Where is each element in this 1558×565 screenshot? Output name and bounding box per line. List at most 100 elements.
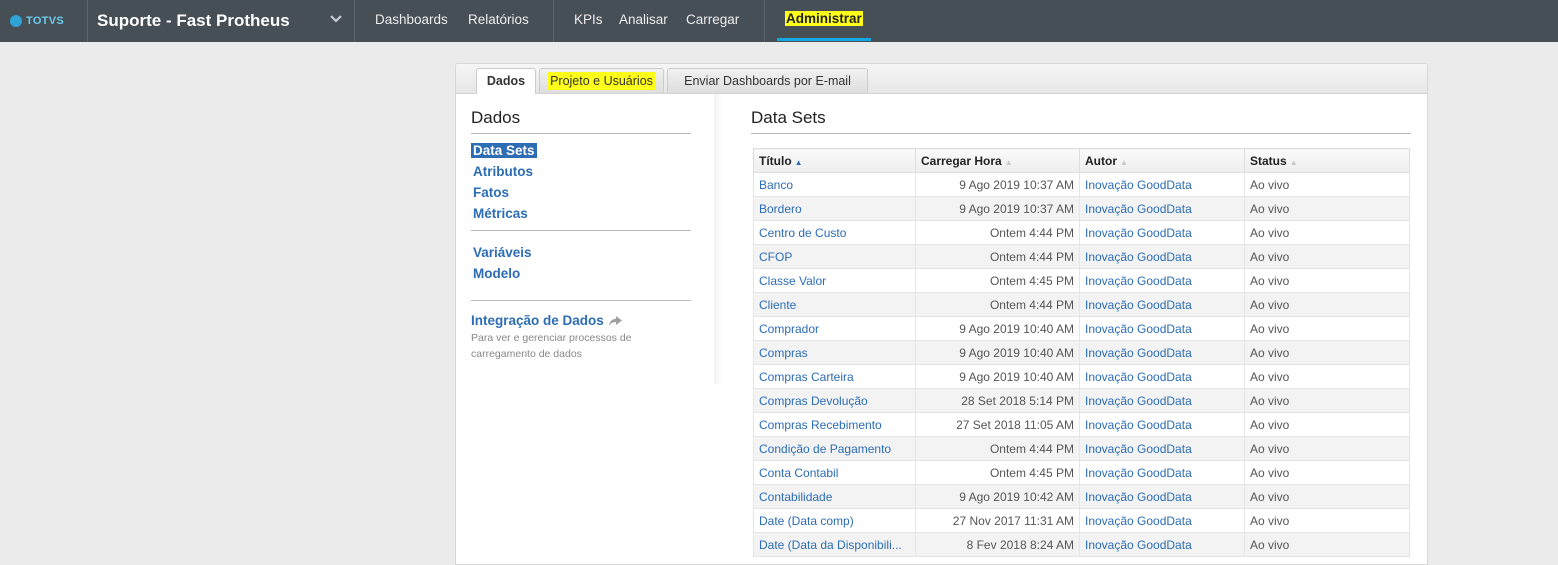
cell-author: Inovação GoodData (1079, 364, 1245, 389)
nav-dashboards[interactable]: Dashboards (375, 0, 448, 40)
dataset-title-link[interactable]: Compras Devolução (759, 394, 868, 408)
author-link[interactable]: Inovação GoodData (1085, 538, 1192, 552)
author-link[interactable]: Inovação GoodData (1085, 418, 1192, 432)
author-link[interactable]: Inovação GoodData (1085, 514, 1192, 528)
dataset-title-link[interactable]: Date (Data comp) (759, 514, 854, 528)
cell-title: Comprador (753, 316, 916, 341)
cell-status: Ao vivo (1244, 364, 1410, 389)
author-link[interactable]: Inovação GoodData (1085, 274, 1192, 288)
cell-status: Ao vivo (1244, 244, 1410, 269)
dataset-title-link[interactable]: Compras (759, 346, 808, 360)
dataset-title-link[interactable]: CFOP (759, 250, 792, 264)
nav-analyze[interactable]: Analisar (619, 0, 668, 40)
cell-status: Ao vivo (1244, 388, 1410, 413)
integration-link[interactable]: Integração de Dados (471, 313, 692, 328)
table-row: Date (Data da Disponibili... 8 Fev 2018 8… (753, 532, 1410, 557)
tab-data[interactable]: Dados (476, 68, 536, 94)
cell-title: Bordero (753, 196, 916, 221)
nav-load[interactable]: Carregar (686, 0, 739, 40)
totvs-logo[interactable]: TOTVS (10, 12, 64, 30)
author-link[interactable]: Inovação GoodData (1085, 322, 1192, 336)
dataset-title-link[interactable]: Bordero (759, 202, 802, 216)
cell-load-time: Ontem 4:45 PM (915, 268, 1080, 293)
cell-author: Inovação GoodData (1079, 340, 1245, 365)
content-title: Data Sets (751, 108, 1411, 134)
nav-kpis[interactable]: KPIs (574, 0, 603, 40)
totvs-logo-icon (10, 15, 22, 27)
cell-status: Ao vivo (1244, 436, 1410, 461)
chevron-down-icon (330, 15, 342, 23)
author-link[interactable]: Inovação GoodData (1085, 250, 1192, 264)
cell-status: Ao vivo (1244, 484, 1410, 509)
cell-status: Ao vivo (1244, 196, 1410, 221)
dataset-title-link[interactable]: Centro de Custo (759, 226, 846, 240)
integration-description: Para ver e gerenciar processos de carreg… (471, 332, 632, 360)
sidebar-item-data-sets[interactable]: Data Sets (471, 140, 691, 161)
tab-email-dashboards[interactable]: Enviar Dashboards por E-mail (667, 68, 868, 93)
cell-load-time: Ontem 4:44 PM (915, 436, 1080, 461)
nav-admin[interactable]: Administrar (777, 0, 871, 41)
dataset-title-link[interactable]: Compras Recebimento (759, 418, 882, 432)
author-link[interactable]: Inovação GoodData (1085, 178, 1192, 192)
sidebar-integration: Integração de Dados Para ver e gerenciar… (471, 301, 692, 362)
author-link[interactable]: Inovação GoodData (1085, 466, 1192, 480)
cell-load-time: Ontem 4:45 PM (915, 460, 1080, 485)
column-header-load-time[interactable]: Carregar Hora ▲ (915, 148, 1080, 173)
cell-title: Condição de Pagamento (753, 436, 916, 461)
table-row: Cliente Ontem 4:44 PM Inovação GoodData Ao … (753, 292, 1410, 317)
cell-title: Compras Devolução (753, 388, 916, 413)
dataset-title-link[interactable]: Classe Valor (759, 274, 826, 288)
cell-status: Ao vivo (1244, 268, 1410, 293)
sort-icon: ▲ (1120, 157, 1128, 167)
author-link[interactable]: Inovação GoodData (1085, 370, 1192, 384)
author-link[interactable]: Inovação GoodData (1085, 226, 1192, 240)
author-link[interactable]: Inovação GoodData (1085, 394, 1192, 408)
dataset-title-link[interactable]: Conta Contabil (759, 466, 838, 480)
author-link[interactable]: Inovação GoodData (1085, 298, 1192, 312)
table-row: CFOP Ontem 4:44 PM Inovação GoodData Ao viv… (753, 244, 1410, 269)
sidebar-item-model[interactable]: Modelo (471, 263, 691, 284)
cell-title: Cliente (753, 292, 916, 317)
project-switcher[interactable]: Suporte - Fast Protheus (88, 0, 354, 42)
sidebar-item-metrics[interactable]: Métricas (471, 203, 691, 224)
author-link[interactable]: Inovação GoodData (1085, 346, 1192, 360)
sidebar-item-facts[interactable]: Fatos (471, 182, 691, 203)
cell-status: Ao vivo (1244, 316, 1410, 341)
cell-status: Ao vivo (1244, 340, 1410, 365)
author-link[interactable]: Inovação GoodData (1085, 202, 1192, 216)
dataset-title-link[interactable]: Condição de Pagamento (759, 442, 891, 456)
author-link[interactable]: Inovação GoodData (1085, 442, 1192, 456)
project-name: Suporte - Fast Protheus (97, 11, 290, 30)
dataset-title-link[interactable]: Contabilidade (759, 490, 832, 504)
sort-ascending-icon: ▲ (794, 157, 803, 167)
column-header-author[interactable]: Autor ▲ (1079, 148, 1245, 173)
dataset-title-link[interactable]: Banco (759, 178, 793, 192)
author-link[interactable]: Inovação GoodData (1085, 490, 1192, 504)
dataset-title-link[interactable]: Comprador (759, 322, 819, 336)
column-header-title[interactable]: Título ▲ (753, 148, 916, 173)
data-sets-content: Data Sets Título ▲ Carregar Hora ▲ Autor ▲ … (751, 108, 1411, 557)
cell-load-time: 28 Set 2018 5:14 PM (915, 388, 1080, 413)
cell-author: Inovação GoodData (1079, 196, 1245, 221)
nav-reports[interactable]: Relatórios (468, 0, 529, 40)
dataset-title-link[interactable]: Cliente (759, 298, 796, 312)
cell-title: CFOP (753, 244, 916, 269)
tab-bar: Dados Projeto e Usuários Enviar Dashboar… (456, 64, 1427, 94)
cell-status: Ao vivo (1244, 460, 1410, 485)
cell-status: Ao vivo (1244, 508, 1410, 533)
tab-project-users[interactable]: Projeto e Usuários (539, 68, 664, 93)
cell-load-time: Ontem 4:44 PM (915, 220, 1080, 245)
dataset-title-link[interactable]: Compras Carteira (759, 370, 854, 384)
cell-load-time: 9 Ago 2019 10:37 AM (915, 172, 1080, 197)
column-header-status[interactable]: Status ▲ (1244, 148, 1410, 173)
cell-load-time: 9 Ago 2019 10:40 AM (915, 340, 1080, 365)
sidebar-item-attributes[interactable]: Atributos (471, 161, 691, 182)
cell-author: Inovação GoodData (1079, 244, 1245, 269)
sidebar-item-variables[interactable]: Variáveis (471, 242, 691, 263)
divider (553, 0, 554, 42)
share-arrow-icon (608, 315, 622, 326)
cell-author: Inovação GoodData (1079, 268, 1245, 293)
cell-load-time: 27 Set 2018 11:05 AM (915, 412, 1080, 437)
sort-icon: ▲ (1004, 157, 1013, 167)
dataset-title-link[interactable]: Date (Data da Disponibili... (759, 538, 902, 552)
